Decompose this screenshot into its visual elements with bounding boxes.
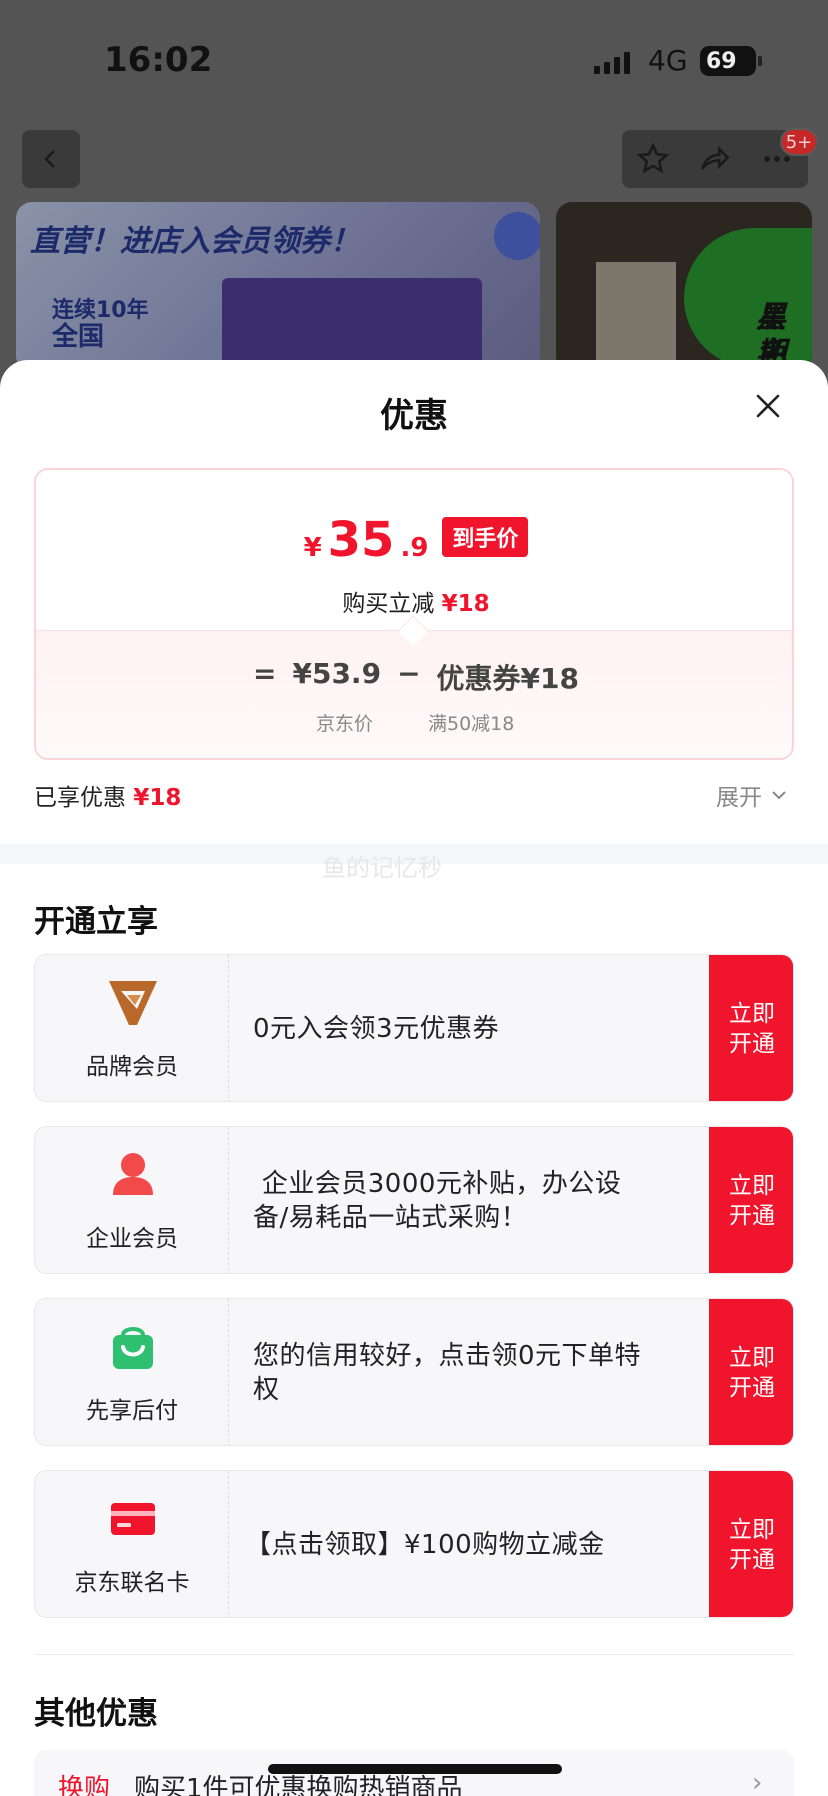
instant-discount-amount: ¥18 xyxy=(441,591,490,617)
watermark: 鱼的记忆秒 xyxy=(322,854,442,882)
enjoyed-discount: 已享优惠 ¥18 xyxy=(34,778,181,812)
price-formula: = ¥53.9 − 优惠券¥18 xyxy=(36,657,792,697)
expand-label: 展开 xyxy=(716,785,762,811)
discount-sheet: 优惠 ¥ 35 .9 到手价 购买立减 ¥18 = ¥53.9 − 优惠券¥18 xyxy=(0,360,828,1796)
instant-discount-label: 购买立减 xyxy=(342,591,435,617)
offer-name: 品牌会员 xyxy=(86,1054,178,1080)
offer-left: 企业会员 xyxy=(35,1127,229,1273)
offer-description: 企业会员3000元补贴，办公设备/易耗品一站式采购！ xyxy=(253,1169,622,1233)
battery-icon: 69 xyxy=(700,46,762,76)
certificate-image xyxy=(596,262,676,372)
offer-left: 京东联名卡 xyxy=(35,1471,229,1617)
offer-name: 企业会员 xyxy=(86,1226,178,1252)
activate-button[interactable]: 立即 开通 xyxy=(709,1127,793,1273)
banner-sub-line-1: 连续10年 xyxy=(52,298,149,323)
coupon-rule-label: 满50减18 xyxy=(428,713,515,735)
offer-name: 京东联名卡 xyxy=(74,1570,190,1596)
notification-badge: 5+ xyxy=(780,128,818,156)
black-friday-badge: 黑色星期五 xyxy=(684,228,812,371)
offer-left: 先享后付 xyxy=(35,1299,229,1445)
chevron-left-icon xyxy=(44,150,55,168)
product-image xyxy=(222,278,482,372)
divider xyxy=(34,1654,794,1655)
chevron-down-icon xyxy=(772,791,786,800)
offer-description: 0元入会领3元优惠券 xyxy=(253,1014,500,1044)
trade-in-tag: 换购 xyxy=(58,1774,111,1796)
offer-card[interactable]: 企业会员 企业会员3000元补贴，办公设备/易耗品一站式采购！ 立即 开通 xyxy=(34,1126,794,1274)
enjoyed-amount: ¥18 xyxy=(133,785,182,811)
back-button[interactable] xyxy=(22,130,80,188)
brand-v-icon xyxy=(109,981,157,1025)
offer-card[interactable]: 京东联名卡 【点击领取】¥100购物立减金 立即 开通 xyxy=(34,1470,794,1618)
promo-banner[interactable]: 黑色星期五 xyxy=(556,202,812,372)
price-formula-section: = ¥53.9 − 优惠券¥18 京东价 满50减18 xyxy=(36,630,792,758)
offer-description: 您的信用较好，点击领0元下单特权 xyxy=(253,1341,642,1405)
share-icon[interactable] xyxy=(697,142,733,176)
star-icon[interactable] xyxy=(636,142,670,176)
enjoyed-label: 已享优惠 xyxy=(34,785,126,811)
person-icon xyxy=(113,1153,153,1195)
banner-headline: 直营！进店入会员领券！ xyxy=(30,224,360,259)
offer-left: 品牌会员 xyxy=(35,955,229,1101)
status-bar: 16:02 4G 69 xyxy=(0,0,828,120)
activate-button[interactable]: 立即 开通 xyxy=(709,1471,793,1617)
credit-card-icon xyxy=(111,1503,155,1535)
signal-icon xyxy=(594,52,630,74)
jd-price-label: 京东价 xyxy=(316,713,374,735)
other-section-title: 其他优惠 xyxy=(34,1696,158,1732)
price-breakdown-card: ¥ 35 .9 到手价 购买立减 ¥18 = ¥53.9 − 优惠券¥18 京东… xyxy=(34,468,794,760)
home-indicator[interactable] xyxy=(268,1764,562,1774)
price-decimal: .9 xyxy=(400,533,429,563)
network-type: 4G xyxy=(648,44,688,77)
formula-minus: − xyxy=(397,657,421,690)
offer-name: 先享后付 xyxy=(86,1398,178,1424)
formula-jd-price: ¥53.9 xyxy=(292,657,382,690)
banner-sub-line-2: 全国 xyxy=(52,322,105,352)
formula-coupon: 优惠券¥18 xyxy=(436,662,579,695)
currency-symbol: ¥ xyxy=(303,533,322,563)
final-price-section: ¥ 35 .9 到手价 购买立减 ¥18 xyxy=(36,470,792,630)
offer-card[interactable]: 先享后付 您的信用较好，点击领0元下单特权 立即 开通 xyxy=(34,1298,794,1446)
chevron-right-icon: › xyxy=(752,1768,763,1796)
sheet-title: 优惠 xyxy=(380,396,448,436)
store-banner[interactable]: 直营！进店入会员领券！ 连续10年 全国 xyxy=(16,202,540,372)
banner-subtext: 连续10年 全国 xyxy=(52,298,149,350)
offer-description: 【点击领取】¥100购物立减金 xyxy=(245,1530,605,1560)
brand-logo xyxy=(494,212,540,260)
close-icon[interactable] xyxy=(748,386,788,426)
activate-button[interactable]: 立即 开通 xyxy=(709,1299,793,1445)
final-price: ¥ 35 .9 到手价 xyxy=(36,512,792,568)
open-section-title: 开通立享 xyxy=(34,904,158,940)
instant-discount: 购买立减 ¥18 xyxy=(36,584,792,618)
formula-equals: = xyxy=(253,657,277,690)
status-time: 16:02 xyxy=(104,40,213,80)
shopping-bag-icon xyxy=(113,1327,153,1369)
price-integer: 35 xyxy=(327,512,395,568)
activate-button[interactable]: 立即 开通 xyxy=(709,955,793,1101)
expand-button[interactable]: 展开 xyxy=(716,778,788,812)
offer-card[interactable]: 品牌会员 0元入会领3元优惠券 立即 开通 xyxy=(34,954,794,1102)
final-price-tag: 到手价 xyxy=(442,517,529,557)
battery-level: 69 xyxy=(706,48,737,74)
